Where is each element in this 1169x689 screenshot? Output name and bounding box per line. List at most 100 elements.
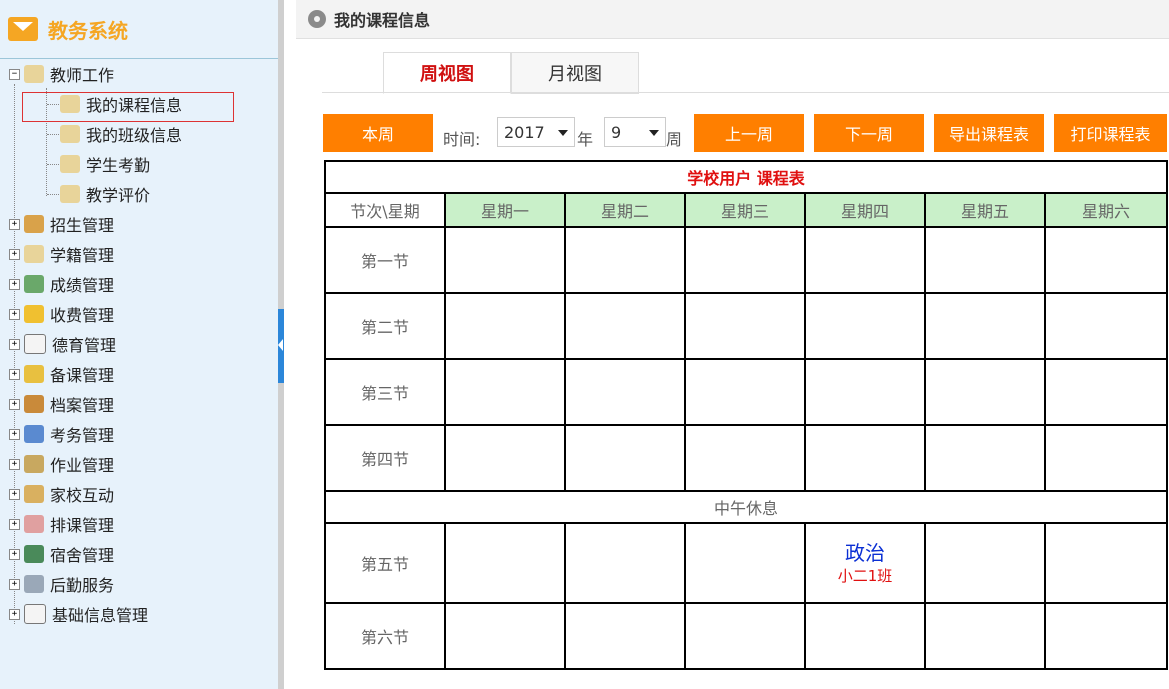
schedule-cell[interactable] — [924, 292, 1046, 360]
schedule-cell[interactable] — [804, 292, 926, 360]
sidebar-item-label: 考务管理 — [50, 426, 115, 445]
sidebar-item-label: 我的课程信息 — [86, 96, 183, 115]
schedule-cell[interactable] — [684, 358, 806, 426]
schedule-cell[interactable] — [684, 424, 806, 492]
folder-icon — [60, 155, 80, 173]
sidebar-item-archives[interactable]: + 档案管理 — [9, 393, 114, 415]
year-select[interactable]: 2017 — [497, 117, 575, 147]
this-week-button[interactable]: 本周 — [323, 114, 433, 152]
sidebar-item-attendance[interactable]: 学生考勤 — [60, 153, 150, 175]
sidebar-item-logistics[interactable]: + 后勤服务 — [9, 573, 114, 595]
schedule-cell[interactable] — [1044, 522, 1168, 604]
schedule-cell[interactable] — [564, 424, 686, 492]
schedule-cell[interactable] — [804, 226, 926, 294]
schedule-cell[interactable] — [924, 358, 1046, 426]
schedule-cell-course[interactable]: 政治 小二1班 — [804, 522, 926, 604]
collapse-sidebar-button[interactable] — [278, 309, 284, 383]
schedule-cell[interactable] — [564, 226, 686, 294]
schedule-cell[interactable] — [564, 602, 686, 670]
expand-icon[interactable]: + — [9, 398, 20, 410]
schedule-cell[interactable] — [444, 292, 566, 360]
sidebar-item-moral-education[interactable]: + 德育管理 — [9, 333, 116, 355]
schedule-cell[interactable] — [564, 292, 686, 360]
expand-icon[interactable]: + — [9, 518, 20, 530]
schedule-cell[interactable] — [804, 424, 926, 492]
schedule-cell[interactable] — [924, 522, 1046, 604]
sidebar-item-evaluation[interactable]: 教学评价 — [60, 183, 150, 205]
period-label: 第三节 — [324, 358, 446, 426]
notepad-icon — [24, 334, 46, 354]
sidebar-item-label: 招生管理 — [50, 216, 115, 235]
year-unit-label: 年 — [577, 130, 594, 149]
next-week-button[interactable]: 下一周 — [814, 114, 924, 152]
expand-icon[interactable]: + — [9, 278, 20, 290]
expand-icon[interactable]: + — [9, 548, 20, 560]
schedule-cell[interactable] — [684, 226, 806, 294]
sidebar-item-home-school[interactable]: + 家校互动 — [9, 483, 114, 505]
view-tabs: 周视图 月视图 — [383, 52, 639, 94]
schedule-cell[interactable] — [924, 424, 1046, 492]
sidebar-item-basic-info[interactable]: + 基础信息管理 — [9, 603, 148, 625]
expand-icon[interactable]: + — [9, 338, 20, 350]
expand-icon[interactable]: + — [9, 248, 20, 260]
schedule-cell[interactable] — [444, 602, 566, 670]
schedule-cell[interactable] — [1044, 358, 1168, 426]
sidebar-item-label: 学籍管理 — [50, 246, 115, 265]
sidebar-item-exams[interactable]: + 考务管理 — [9, 423, 114, 445]
sidebar-item-dormitory[interactable]: + 宿舍管理 — [9, 543, 114, 565]
sidebar-item-my-courses[interactable]: 我的课程信息 — [60, 93, 182, 115]
sidebar-item-scheduling[interactable]: + 排课管理 — [9, 513, 114, 535]
schedule-cell[interactable] — [1044, 602, 1168, 670]
expand-icon[interactable]: + — [9, 458, 20, 470]
expand-icon[interactable]: + — [9, 218, 20, 230]
week-select[interactable]: 9 — [604, 117, 666, 147]
sidebar-item-grades[interactable]: + 成绩管理 — [9, 273, 114, 295]
schedule-cell[interactable] — [444, 358, 566, 426]
expand-icon[interactable]: + — [9, 608, 20, 620]
schedule-cell[interactable] — [804, 358, 926, 426]
gear-icon — [308, 10, 326, 28]
schedule-cell[interactable] — [684, 602, 806, 670]
schedule-cell[interactable] — [924, 226, 1046, 294]
toolbar: 本周 时间: 2017 年 9 周 上一周 下一周 导出课程表 打印课程表 — [296, 114, 1169, 152]
sidebar-item-admissions[interactable]: + 招生管理 — [9, 213, 114, 235]
sidebar-item-fees[interactable]: + 收费管理 — [9, 303, 114, 325]
expand-icon[interactable]: + — [9, 368, 20, 380]
expand-icon[interactable]: + — [9, 428, 20, 440]
course-entry[interactable]: 政治 小二1班 — [806, 541, 924, 586]
dropdown-arrow-icon — [649, 130, 659, 136]
schedule-cell[interactable] — [564, 522, 686, 604]
schedule-cell[interactable] — [924, 602, 1046, 670]
schedule-cell[interactable] — [1044, 424, 1168, 492]
schedule-cell[interactable] — [684, 522, 806, 604]
schedule-cell[interactable] — [444, 226, 566, 294]
schedule-cell[interactable] — [444, 424, 566, 492]
folder-icon — [24, 245, 44, 263]
schedule-cell[interactable] — [444, 522, 566, 604]
document-icon — [24, 485, 44, 503]
day-header: 星期六 — [1044, 192, 1168, 228]
tab-month-view[interactable]: 月视图 — [511, 52, 639, 94]
tree-node-teacher-work[interactable]: − 教师工作 — [9, 63, 114, 85]
app-title: 教务系统 — [48, 18, 128, 43]
prev-week-button[interactable]: 上一周 — [694, 114, 804, 152]
sidebar-item-enrollment[interactable]: + 学籍管理 — [9, 243, 114, 265]
sidebar-item-homework[interactable]: + 作业管理 — [9, 453, 114, 475]
export-schedule-button[interactable]: 导出课程表 — [934, 114, 1044, 152]
schedule-cell[interactable] — [564, 358, 686, 426]
expand-icon[interactable]: + — [9, 578, 20, 590]
collapse-icon[interactable]: − — [9, 68, 20, 80]
schedule-cell[interactable] — [684, 292, 806, 360]
schedule-cell[interactable] — [804, 602, 926, 670]
schedule-cell[interactable] — [1044, 292, 1168, 360]
schedule-cell[interactable] — [1044, 226, 1168, 294]
expand-icon[interactable]: + — [9, 308, 20, 320]
print-schedule-button[interactable]: 打印课程表 — [1054, 114, 1167, 152]
period-label: 第四节 — [324, 424, 446, 492]
sidebar-item-lesson-prep[interactable]: + 备课管理 — [9, 363, 114, 385]
sidebar-item-label: 宿舍管理 — [50, 546, 115, 565]
tab-week-view[interactable]: 周视图 — [383, 52, 511, 94]
sidebar-item-my-classes[interactable]: 我的班级信息 — [60, 123, 182, 145]
course-class: 小二1班 — [837, 566, 893, 585]
expand-icon[interactable]: + — [9, 488, 20, 500]
